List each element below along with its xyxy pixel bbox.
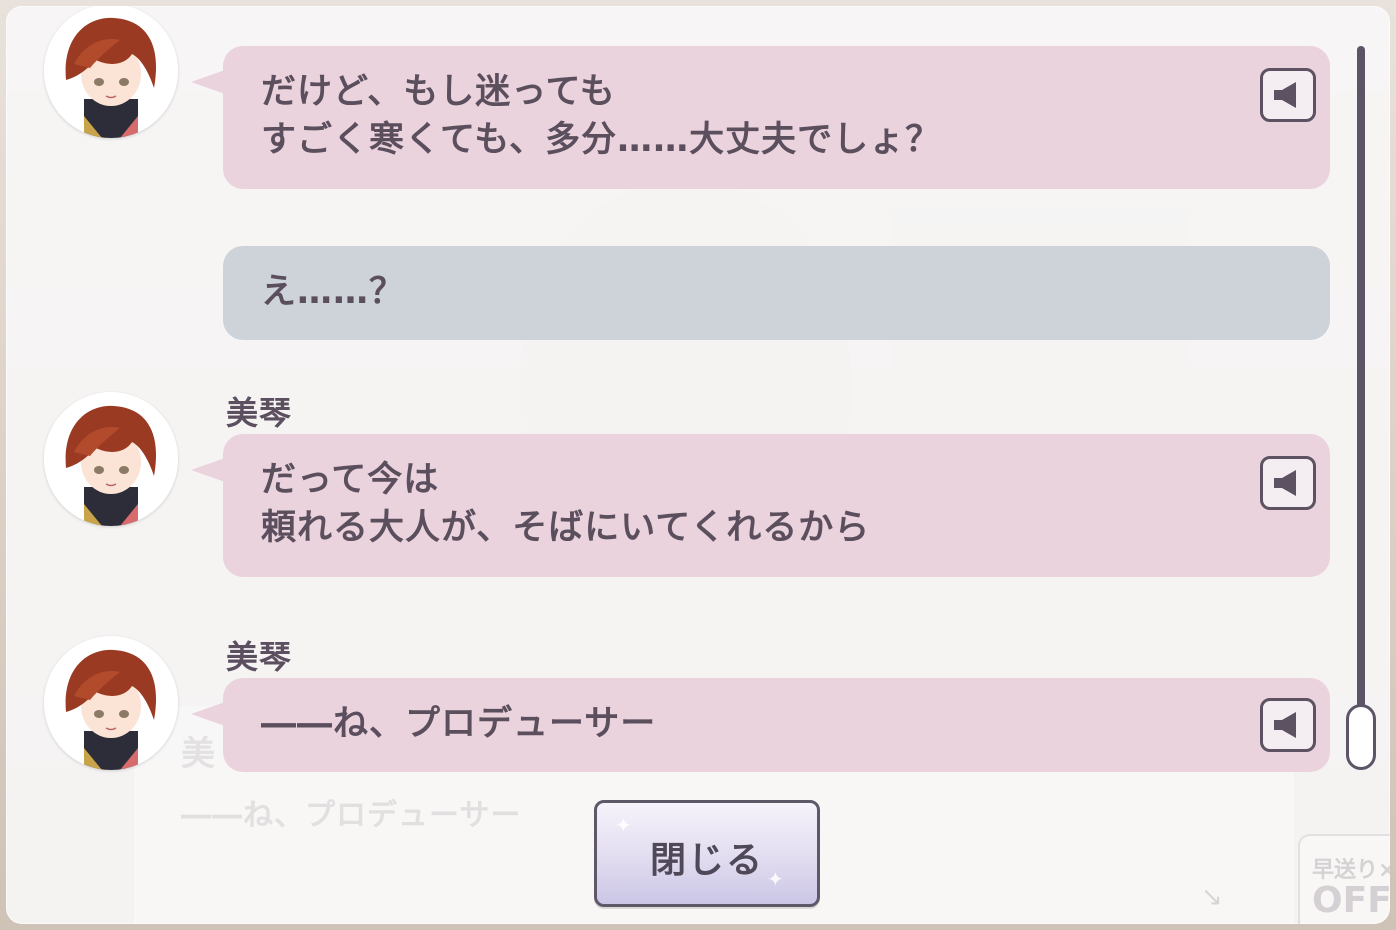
- message-line: だって今は: [261, 460, 440, 500]
- fast-forward-state: OFF: [1312, 880, 1390, 921]
- message-bubble: え……？: [223, 246, 1330, 340]
- character-avatar: [44, 392, 178, 526]
- voice-replay-button[interactable]: [1260, 456, 1316, 510]
- character-avatar: [44, 6, 178, 138]
- message-line: だけど、もし迷っても: [261, 72, 616, 112]
- next-arrow-icon: ↘: [1201, 882, 1223, 912]
- speaker-icon: [1274, 82, 1296, 108]
- message-line: 頼れる大人が、そばにいてくれるから: [261, 508, 871, 548]
- message-line: ――ね、プロデューサー: [261, 704, 657, 744]
- character-portrait-icon: [44, 392, 178, 526]
- voice-replay-button[interactable]: [1260, 698, 1316, 752]
- speaker-icon: [1274, 712, 1296, 738]
- backlog-panel: 美 ――ね、プロデューサー ↘ 早送り×4 OFF だけど、もし迷っても すごく…: [6, 6, 1390, 924]
- scrollbar-thumb[interactable]: [1346, 704, 1376, 770]
- speaker-name: 美琴: [226, 394, 293, 432]
- character-portrait-icon: [44, 636, 178, 770]
- close-button[interactable]: ✦ ✦ 閉じる: [594, 800, 820, 907]
- voice-replay-button[interactable]: [1260, 68, 1316, 122]
- background-speaker-name: 美: [181, 734, 215, 774]
- scrollbar-track[interactable]: [1357, 46, 1365, 766]
- character-portrait-icon: [44, 6, 178, 138]
- close-button-label: 閉じる: [649, 840, 764, 881]
- message-bubble: だって今は 頼れる大人が、そばにいてくれるから: [191, 434, 1330, 577]
- message-line: え……？: [261, 272, 406, 312]
- speaker-name: 美琴: [226, 638, 293, 676]
- fast-forward-button: 早送り×4 OFF: [1298, 834, 1390, 924]
- background-dialog-line: ――ね、プロデューサー: [181, 798, 522, 833]
- message-bubble: だけど、もし迷っても すごく寒くても、多分……大丈夫でしょ？: [191, 46, 1330, 189]
- speaker-icon: [1274, 470, 1296, 496]
- message-line: すごく寒くても、多分……大丈夫でしょ？: [261, 120, 942, 160]
- message-bubble: ――ね、プロデューサー: [191, 678, 1330, 772]
- character-avatar: [44, 636, 178, 770]
